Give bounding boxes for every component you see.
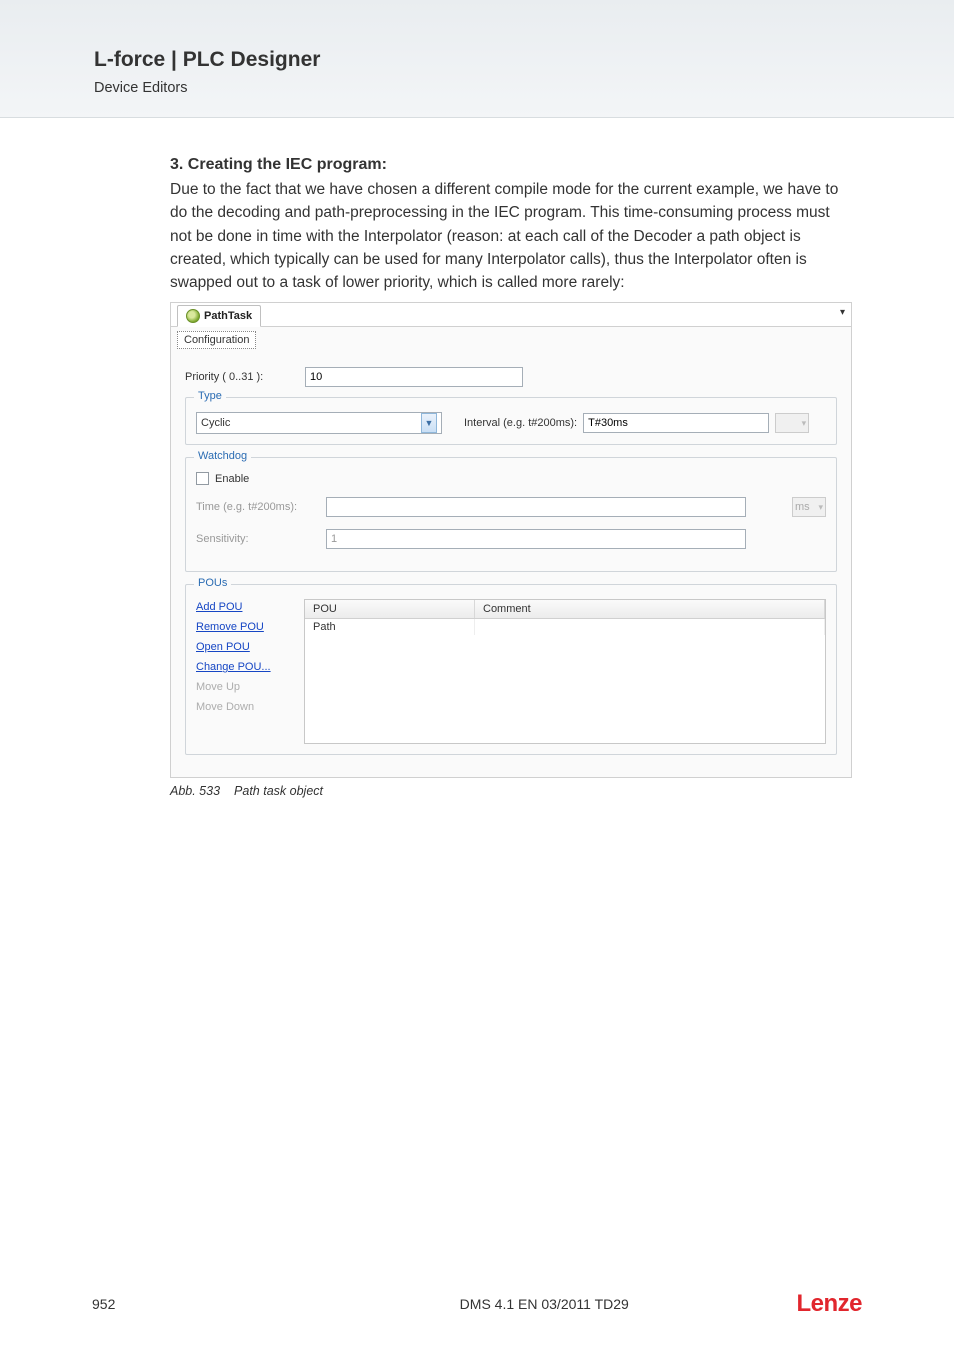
cell-pou: Path — [305, 619, 475, 635]
task-form: Priority ( 0..31 ): Type Cyclic ▼ Interv… — [171, 349, 851, 777]
page-number: 952 — [92, 1296, 292, 1312]
task-icon — [186, 309, 200, 323]
remove-pou-link[interactable]: Remove POU — [196, 621, 286, 633]
tab-label: PathTask — [204, 310, 252, 322]
chevron-down-icon[interactable]: ▼ — [421, 413, 437, 433]
watchdog-legend: Watchdog — [194, 450, 251, 462]
editor-tabstrip: PathTask — [171, 303, 851, 327]
body-paragraph: Due to the fact that we have chosen a di… — [170, 178, 852, 294]
interval-label: Interval (e.g. t#200ms): — [464, 417, 577, 429]
enable-label: Enable — [215, 473, 249, 485]
task-editor-screenshot: PathTask Configuration Priority ( 0..31 … — [170, 302, 852, 778]
add-pou-link[interactable]: Add POU — [196, 601, 286, 613]
brand-logo: Lenze — [796, 1290, 862, 1318]
figure-number: Abb. 533 — [170, 784, 220, 798]
open-pou-link[interactable]: Open POU — [196, 641, 286, 653]
type-value: Cyclic — [201, 417, 230, 429]
move-down-link: Move Down — [196, 701, 286, 713]
type-group: Type Cyclic ▼ Interval (e.g. t#200ms): m… — [185, 397, 837, 445]
col-pou[interactable]: POU — [305, 600, 475, 618]
time-label: Time (e.g. t#200ms): — [196, 501, 326, 513]
sensitivity-label: Sensitivity: — [196, 533, 326, 545]
sub-tabstrip: Configuration — [171, 327, 851, 349]
time-unit-combo: ms▾ — [792, 497, 826, 517]
move-up-link: Move Up — [196, 681, 286, 693]
pou-table[interactable]: POU Comment Path — [304, 599, 826, 744]
time-input — [326, 497, 746, 517]
interval-unit-combo: ms▾ — [775, 413, 809, 433]
priority-label: Priority ( 0..31 ): — [185, 371, 305, 383]
type-combo[interactable]: Cyclic ▼ — [196, 412, 442, 434]
table-row[interactable]: Path — [305, 619, 825, 635]
figure-caption: Abb. 533 Path task object — [170, 784, 852, 798]
product-title: L-force | PLC Designer — [94, 48, 954, 72]
priority-input[interactable] — [305, 367, 523, 387]
sensitivity-input — [326, 529, 746, 549]
type-legend: Type — [194, 390, 226, 402]
pous-group: POUs Add POU Remove POU Open POU Change … — [185, 584, 837, 755]
tab-pathtask[interactable]: PathTask — [177, 305, 261, 327]
cell-comment — [475, 619, 825, 635]
watchdog-group: Watchdog Enable Time (e.g. t#200ms): ms▾… — [185, 457, 837, 572]
section-heading: 3. Creating the IEC program: — [170, 156, 852, 174]
col-comment[interactable]: Comment — [475, 600, 825, 618]
interval-input[interactable] — [583, 413, 769, 433]
figure-text: Path task object — [234, 784, 323, 798]
pous-legend: POUs — [194, 577, 231, 589]
enable-checkbox[interactable] — [196, 472, 209, 485]
page-section: Device Editors — [94, 80, 954, 96]
tab-configuration[interactable]: Configuration — [177, 331, 256, 349]
change-pou-link[interactable]: Change POU... — [196, 661, 286, 673]
pou-links: Add POU Remove POU Open POU Change POU..… — [196, 599, 286, 744]
doc-id: DMS 4.1 EN 03/2011 TD29 — [292, 1296, 796, 1312]
